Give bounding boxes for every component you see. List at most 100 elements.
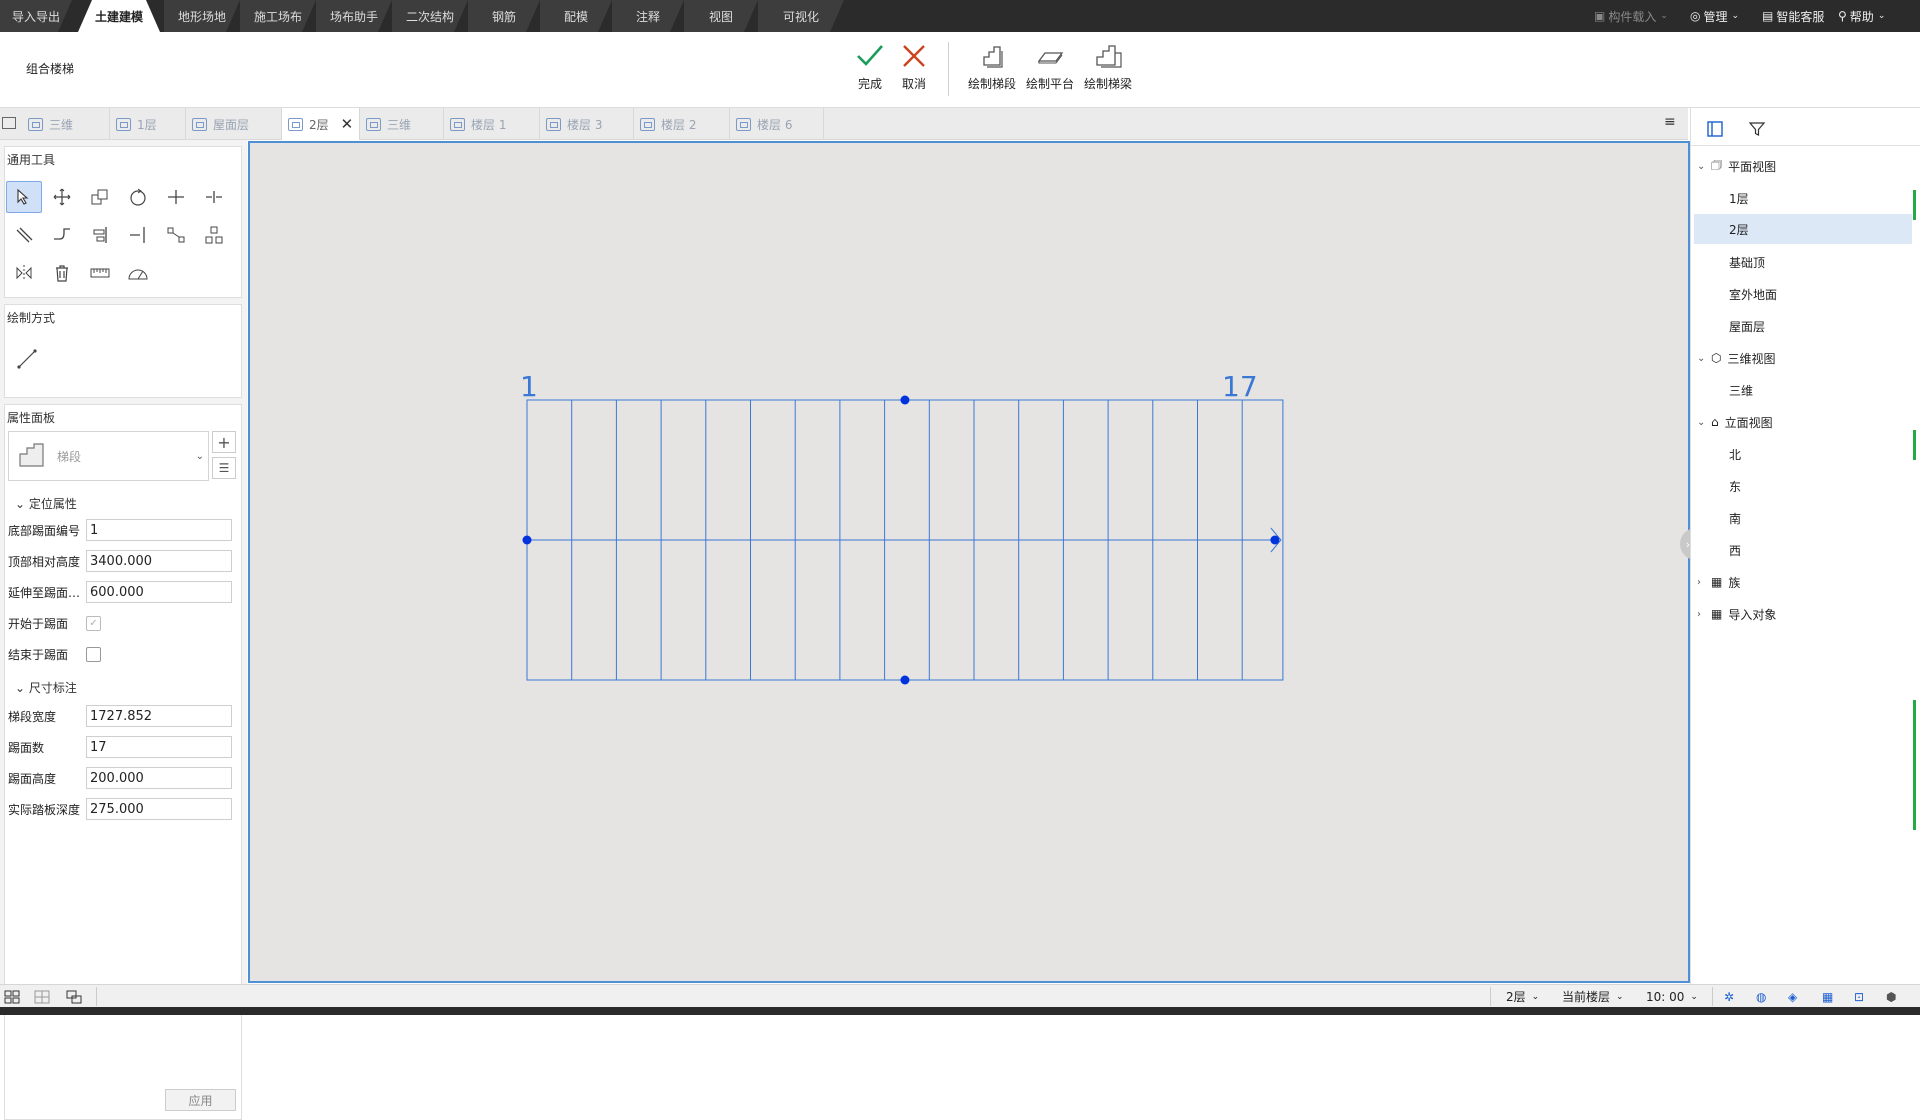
tree-node-elevation-views[interactable]: ⌄ ⌂ 立面视图 (1697, 407, 1773, 437)
menu-tab-formwork[interactable]: 配模 (540, 0, 612, 32)
bottom-tread-no-input[interactable]: 1 (86, 519, 232, 541)
stair-beam-icon (1096, 44, 1122, 68)
apply-button[interactable]: 应用 (165, 1089, 236, 1111)
draw-flight-button[interactable]: 绘制梯段 (960, 32, 1024, 102)
align-tool-icon[interactable] (82, 219, 118, 251)
zoom-fit-icon[interactable]: ⊡ (1854, 985, 1864, 1008)
tree-item-3d[interactable]: 三维 (1729, 375, 1753, 405)
mirror-tool-icon[interactable] (6, 257, 42, 289)
view-cube-icon[interactable]: ⬢ (1886, 985, 1896, 1008)
riser-count-input[interactable]: 17 (86, 736, 232, 758)
tree-node-plan-views[interactable]: ⌄ 🗇 平面视图 (1697, 151, 1776, 181)
measure-tool-icon[interactable] (82, 257, 118, 289)
add-type-button[interactable]: + (212, 431, 236, 453)
help-menu[interactable]: ⚲ 帮助 ⌄ (1838, 0, 1885, 32)
tree-item-foundation-top[interactable]: 基础顶 (1729, 247, 1765, 277)
cancel-button[interactable]: 取消 (882, 32, 946, 102)
menu-tab-layout-assistant[interactable]: 场布助手 (316, 0, 392, 32)
line-draw-icon[interactable] (9, 343, 45, 375)
grip-handle[interactable] (522, 535, 532, 545)
extend-to-tread-input[interactable]: 600.000 (86, 581, 232, 603)
layout-tile-icon[interactable] (34, 985, 50, 1008)
tree-item-east[interactable]: 东 (1729, 471, 1741, 501)
grip-handle[interactable] (1270, 535, 1280, 545)
scale-select[interactable]: 10: 00 ⌄ (1646, 985, 1698, 1008)
copy-tool-icon[interactable] (82, 181, 118, 213)
snap-icon[interactable]: ✲ (1724, 985, 1734, 1008)
doc-tab-storey-2[interactable]: 楼层 2 (634, 108, 730, 140)
split-tool-icon[interactable] (196, 181, 232, 213)
menu-tab-site-layout[interactable]: 施工场布 (240, 0, 316, 32)
tree-item-south[interactable]: 南 (1729, 503, 1741, 533)
rotate-tool-icon[interactable] (120, 181, 156, 213)
end-at-riser-checkbox[interactable] (86, 646, 101, 662)
tree-node-imported[interactable]: › ▦ 导入对象 (1697, 599, 1776, 629)
tree-node-family[interactable]: › ▦ 族 (1697, 567, 1740, 597)
panel-layout-icon[interactable] (1699, 116, 1731, 142)
render-icon[interactable]: ◈ (1788, 985, 1797, 1008)
tab-list-menu-icon[interactable]: ≡ (1664, 114, 1676, 130)
tree-item-roof[interactable]: 屋面层 (1729, 311, 1765, 341)
component-load-menu[interactable]: ▣ 构件载入 ⌄ (1594, 0, 1668, 32)
import-icon: ▦ (1711, 607, 1723, 621)
tree-item-west[interactable]: 西 (1729, 535, 1741, 565)
visibility-icon[interactable]: ◍ (1756, 985, 1766, 1008)
stair-drawing[interactable]: 1 17 (250, 143, 1688, 981)
top-rel-height-input[interactable]: 3400.000 (86, 550, 232, 572)
doc-tab-3d[interactable]: 三维 (22, 108, 110, 140)
layout-cascade-icon[interactable] (66, 985, 82, 1008)
doc-tab-storey-1[interactable]: 楼层 1 (444, 108, 540, 140)
menu-tab-annotation[interactable]: 注释 (612, 0, 684, 32)
menu-tab-civil-modeling[interactable]: 土建建模 (78, 0, 160, 32)
smart-service-menu[interactable]: ▤ 智能客服 (1762, 0, 1824, 32)
start-at-riser-checkbox[interactable]: ✓ (86, 615, 101, 631)
grip-handle[interactable] (900, 675, 910, 685)
menu-tab-visualization[interactable]: 可视化 (758, 0, 844, 32)
extend-tool-icon[interactable] (120, 219, 156, 251)
draw-beam-button[interactable]: 绘制梯梁 (1076, 32, 1140, 102)
doc-tab-storey-6[interactable]: 楼层 6 (730, 108, 824, 140)
tree-item-north[interactable]: 北 (1729, 439, 1741, 469)
grip-handle[interactable] (900, 395, 910, 405)
filter-icon[interactable] (1741, 116, 1773, 142)
type-selector[interactable]: 梯段 ⌄ (8, 431, 209, 481)
doc-tab-3d-2[interactable]: 三维 (360, 108, 444, 140)
menu-tab-view[interactable]: 视图 (684, 0, 758, 32)
tree-item-outdoor-ground[interactable]: 室外地面 (1729, 279, 1777, 309)
drawing-canvas[interactable]: 1 17 › (248, 141, 1696, 983)
group-tool-icon[interactable] (196, 219, 232, 251)
riser-height-input[interactable]: 200.000 (86, 767, 232, 789)
tree-item-floor-1[interactable]: 1层 (1729, 183, 1749, 213)
grid-icon[interactable]: ▦ (1822, 985, 1833, 1008)
tree-item-floor-2[interactable]: 2层 (1694, 214, 1912, 244)
section-dimension[interactable]: ⌄ 尺寸标注 (15, 679, 77, 696)
new-view-icon[interactable] (2, 117, 16, 129)
angle-measure-tool-icon[interactable] (120, 257, 156, 289)
doc-tab-storey-3[interactable]: 楼层 3 (540, 108, 634, 140)
flight-width-input[interactable]: 1727.852 (86, 705, 232, 727)
menu-tab-import-export[interactable]: 导入导出 (0, 0, 72, 32)
select-tool-icon[interactable] (6, 181, 42, 213)
layout-single-icon[interactable] (4, 985, 20, 1008)
floor-select[interactable]: 2层 ⌄ (1506, 985, 1539, 1008)
menu-tab-terrain[interactable]: 地形场地 (164, 0, 240, 32)
fillet-tool-icon[interactable] (44, 219, 80, 251)
manage-menu[interactable]: ◎ 管理 ⌄ (1690, 0, 1739, 32)
tree-node-3d-views[interactable]: ⌄ ⬡ 三维视图 (1697, 343, 1776, 373)
close-tab-icon[interactable]: ✕ (341, 115, 354, 133)
menu-tab-secondary-structure[interactable]: 二次结构 (392, 0, 468, 32)
scope-select[interactable]: 当前楼层 ⌄ (1562, 985, 1624, 1008)
move-tool-icon[interactable] (44, 181, 80, 213)
tread-depth-input[interactable]: 275.000 (86, 798, 232, 820)
doc-tab-floor-1[interactable]: 1层 (110, 108, 186, 140)
doc-tab-floor-2[interactable]: 2层 ✕ (282, 108, 360, 140)
menu-tab-rebar[interactable]: 钢筋 (468, 0, 540, 32)
draw-platform-button[interactable]: 绘制平台 (1018, 32, 1082, 102)
section-position[interactable]: ⌄ 定位属性 (15, 495, 77, 512)
delete-tool-icon[interactable] (44, 257, 80, 289)
trim-tool-icon[interactable] (158, 181, 194, 213)
offset-tool-icon[interactable] (6, 219, 42, 251)
edit-type-button[interactable]: ☰ (212, 457, 236, 479)
doc-tab-roof[interactable]: 屋面层 (186, 108, 282, 140)
array-tool-icon[interactable] (158, 219, 194, 251)
